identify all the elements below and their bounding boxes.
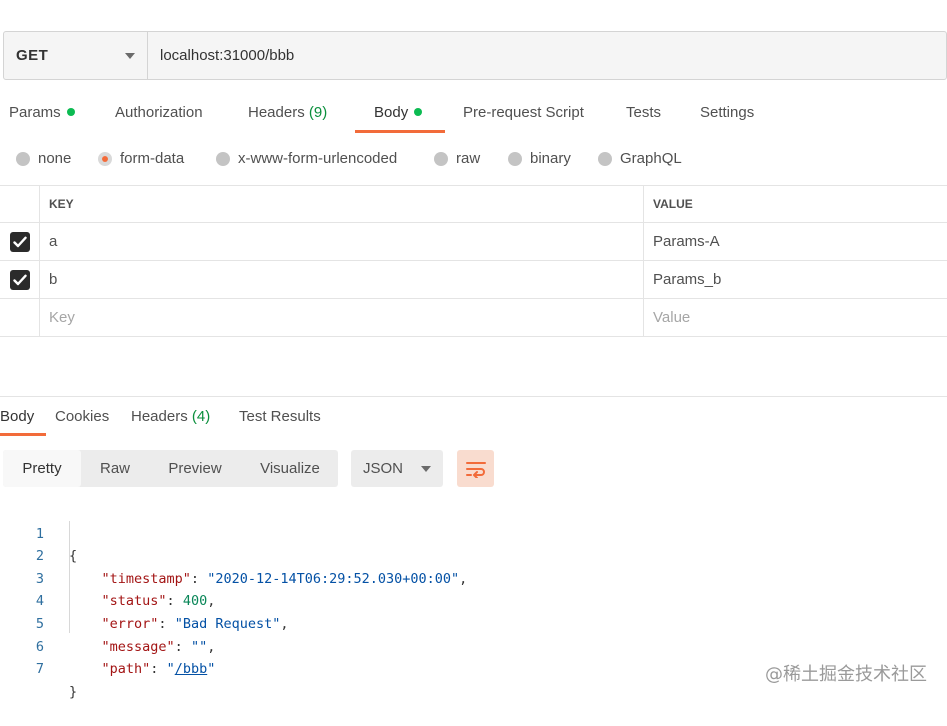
chevron-down-icon [421, 465, 431, 472]
line-number: 7 [35, 661, 44, 678]
radio-raw-label: raw [456, 150, 481, 167]
checkmark-icon [12, 274, 27, 285]
new-key-input[interactable]: Key [41, 299, 644, 336]
tab-settings[interactable]: Settings [700, 104, 754, 121]
table-row-new: Key Value [0, 299, 947, 337]
key-cell[interactable]: a [41, 223, 644, 260]
tab-tests[interactable]: Tests [626, 104, 661, 121]
row-checkbox-cell [0, 261, 40, 298]
radio-urlencoded-label: x-www-form-urlencoded [238, 150, 398, 167]
radio-binary-label: binary [530, 150, 571, 167]
new-value-input[interactable]: Value [645, 299, 947, 336]
radio-raw[interactable]: raw [434, 150, 480, 167]
code-text: "path": "/bbb" [101, 661, 216, 678]
request-tabs: Params Authorization Headers (9) Body Pr… [0, 104, 947, 136]
code-line: 3 "status": 400, [0, 545, 947, 610]
active-tab-indicator [355, 130, 445, 133]
headers-count-badge: (9) [308, 104, 328, 121]
row-checkbox[interactable] [9, 269, 30, 290]
json-key: "path" [101, 661, 151, 678]
active-dot-icon [66, 108, 75, 117]
response-tab-body[interactable]: Body [0, 408, 34, 425]
radio-button[interactable] [598, 151, 612, 166]
radio-form-data[interactable]: form-data [98, 150, 184, 167]
wrap-lines-button[interactable] [457, 450, 494, 487]
chevron-down-icon [125, 52, 135, 59]
tab-authorization[interactable]: Authorization [115, 104, 203, 121]
header-checkbox-cell [0, 186, 40, 222]
code-line: 2 "timestamp": "2020-12-14T06:29:52.030+… [0, 523, 947, 587]
tab-params[interactable]: Params [9, 104, 75, 121]
radio-urlencoded[interactable]: x-www-form-urlencoded [216, 150, 397, 167]
radio-none[interactable]: none [16, 150, 71, 167]
format-select[interactable]: JSON [351, 450, 443, 487]
tab-body[interactable]: Body [374, 104, 423, 121]
method-select[interactable]: GET [4, 32, 148, 79]
method-label: GET [16, 47, 49, 64]
code-line: 5 "message": "", [0, 590, 947, 655]
value-cell[interactable]: Params-A [645, 223, 947, 260]
response-body-editor[interactable]: 1 { 2 "timestamp": "2020-12-14T06:29:52.… [0, 500, 947, 700]
radio-binary[interactable]: binary [508, 150, 571, 167]
table-row: b Params_b [0, 261, 947, 299]
radio-graphql-label: GraphQL [620, 150, 682, 167]
row-checkbox-cell [0, 299, 40, 336]
code-text: } [69, 681, 77, 704]
tab-params-label: Params [9, 104, 61, 121]
format-label: JSON [363, 460, 404, 477]
radio-button[interactable] [16, 151, 30, 166]
code-line: 1 { [0, 500, 947, 565]
request-url-bar: GET localhost:31000/bbb [3, 31, 947, 80]
response-headers-count-badge: (4) [191, 408, 211, 425]
json-link[interactable]: /bbb [175, 661, 208, 677]
radio-button[interactable] [216, 151, 230, 166]
key-cell[interactable]: b [41, 261, 644, 298]
code-line: 7 } [0, 636, 947, 700]
column-header-key: KEY [41, 186, 644, 222]
value-cell[interactable]: Params_b [645, 261, 947, 298]
radio-button-selected[interactable] [98, 151, 112, 166]
radio-button[interactable] [508, 151, 522, 166]
table-row: a Params-A [0, 223, 947, 261]
active-dot-icon [414, 108, 423, 117]
row-checkbox[interactable] [9, 231, 30, 252]
watermark: @稀土掘金技术社区 [765, 664, 927, 685]
code-line: 6 "path": "/bbb" [0, 613, 947, 678]
table-header-row: KEY VALUE [0, 185, 947, 223]
code-line: 4 "error": "Bad Request", [0, 568, 947, 632]
tab-body-label: Body [374, 104, 409, 121]
response-view-group: Pretty Raw Preview Visualize [3, 450, 338, 487]
response-tab-cookies[interactable]: Cookies [55, 408, 109, 425]
json-string-quote: " [207, 661, 216, 678]
response-tab-headers-label: Headers [131, 408, 188, 425]
radio-button[interactable] [434, 151, 448, 166]
response-tab-test-results[interactable]: Test Results [239, 408, 321, 425]
visualize-button[interactable]: Visualize [243, 450, 337, 487]
body-type-radios: none form-data x-www-form-urlencoded raw… [0, 150, 947, 172]
pretty-button[interactable]: Pretty [3, 450, 81, 487]
response-active-tab-indicator [0, 433, 46, 436]
radio-none-label: none [38, 150, 72, 167]
checkmark-icon [12, 236, 27, 247]
wrap-lines-icon [465, 461, 486, 478]
radio-graphql[interactable]: GraphQL [598, 150, 682, 167]
tab-prerequest-script[interactable]: Pre-request Script [463, 104, 584, 121]
tab-headers-label: Headers [248, 104, 305, 121]
raw-button[interactable]: Raw [83, 450, 147, 487]
radio-form-data-label: form-data [120, 150, 185, 167]
close-brace: } [69, 683, 78, 700]
url-input[interactable]: localhost:31000/bbb [148, 32, 294, 79]
json-string-quote: " [166, 661, 175, 678]
preview-button[interactable]: Preview [149, 450, 241, 487]
response-tab-headers[interactable]: Headers (4) [131, 408, 210, 425]
tab-headers[interactable]: Headers (9) [248, 104, 327, 121]
response-divider [0, 396, 947, 397]
form-data-table: KEY VALUE a Params-A b Params_b Key Valu… [0, 185, 947, 337]
column-header-value: VALUE [653, 197, 693, 211]
row-checkbox-cell [0, 223, 40, 260]
